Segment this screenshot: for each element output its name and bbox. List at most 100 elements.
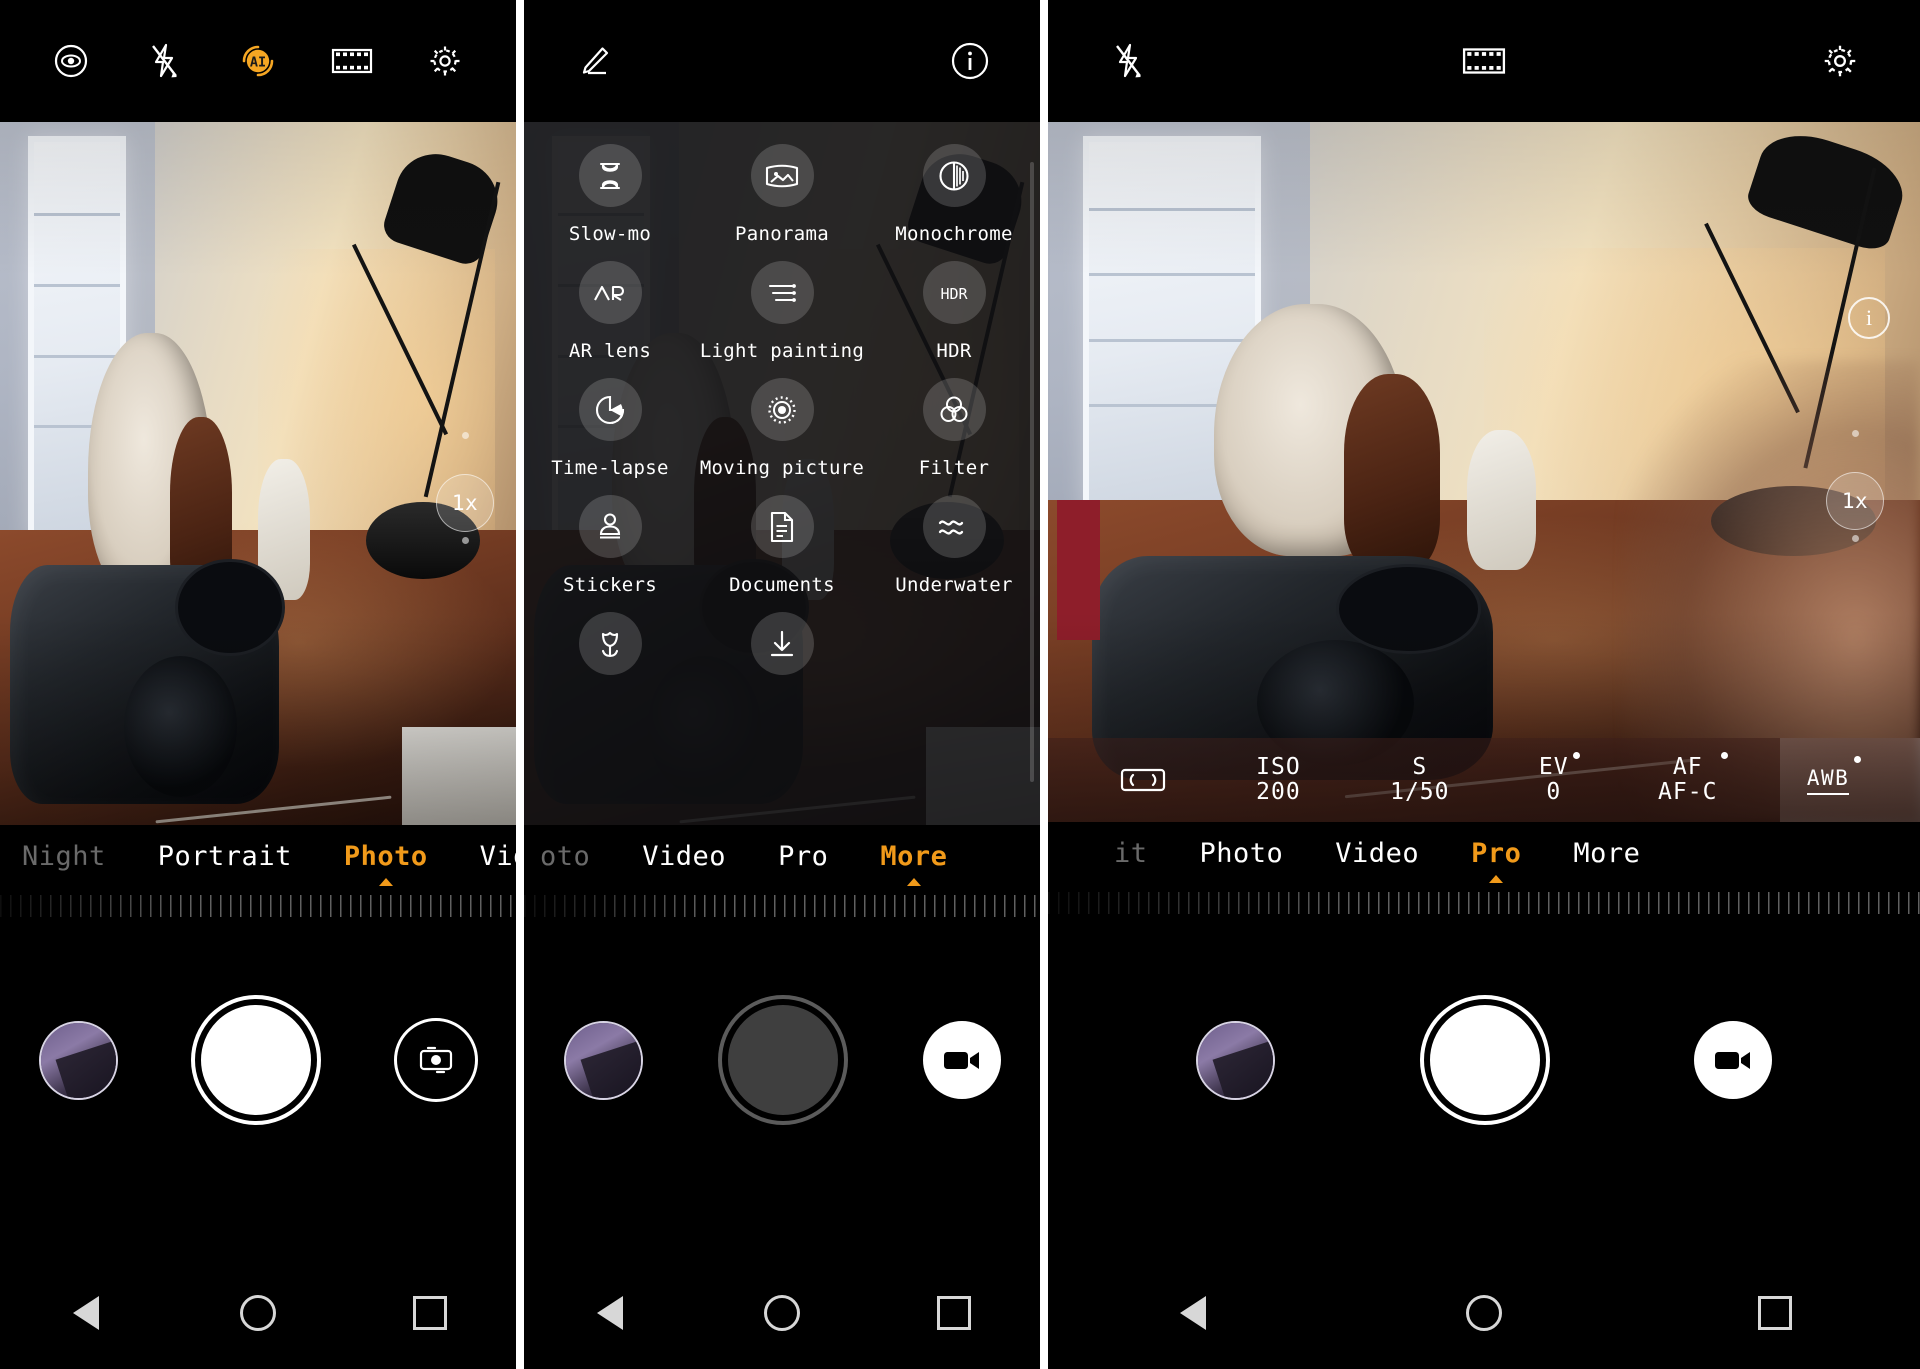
menu-item-tulip[interactable] [524, 612, 696, 691]
panorama-icon [750, 144, 814, 207]
mode-dial-ticks [1048, 892, 1920, 914]
mode-more[interactable]: More [1547, 838, 1666, 869]
gear-icon[interactable] [1818, 39, 1862, 83]
pro-control-focus-mode[interactable]: AF AF-C [1658, 751, 1729, 806]
pro-control-metering[interactable] [1119, 764, 1167, 796]
mode-photo[interactable]: Photo [318, 841, 454, 886]
back-triangle-icon[interactable] [580, 1283, 640, 1343]
pro-value: 200 [1256, 778, 1301, 805]
back-triangle-icon[interactable] [56, 1283, 116, 1343]
panel-photo-mode: AI 1x Night Portrait Photo Vi [0, 0, 516, 1369]
menu-item-label: Moving picture [699, 457, 865, 479]
menu-item-documents[interactable]: Documents [696, 495, 868, 596]
mode-selector-panel3[interactable]: it Photo Video Pro More [1048, 822, 1920, 942]
menu-item-slow-mo[interactable]: Slow-mo [524, 144, 696, 245]
tulip-icon [578, 612, 642, 675]
pro-control-iso[interactable]: ISO 200 [1256, 755, 1301, 806]
zoom-level-button[interactable]: 1x [436, 474, 494, 532]
hdr-icon: HDR [922, 261, 986, 324]
mode-more[interactable]: More [854, 841, 973, 886]
recents-square-icon[interactable] [1745, 1283, 1805, 1343]
monochrome-icon [922, 144, 986, 207]
shutter-button[interactable] [1423, 999, 1546, 1121]
mode-video[interactable]: Video [616, 841, 752, 872]
home-circle-icon[interactable] [228, 1283, 288, 1343]
film-strip-icon[interactable] [1462, 39, 1506, 83]
gear-icon[interactable] [423, 39, 467, 83]
menu-item-underwater[interactable]: Underwater [868, 495, 1040, 596]
pro-control-exposure-value[interactable]: EV 0 [1539, 751, 1580, 806]
menu-item-time-lapse[interactable]: Time-lapse [524, 378, 696, 479]
capture-controls-panel2 [524, 945, 1040, 1175]
viewfinder-panel3[interactable]: i 1x ISO 200 S 1/50 EV 0 AF AF-C AWB [1048, 122, 1920, 822]
ai-badge-icon[interactable]: AI [236, 39, 280, 83]
mode-portrait-partial[interactable]: it [1088, 838, 1174, 869]
menu-item-label: Light painting [699, 340, 865, 362]
video-camera-icon[interactable] [922, 1021, 1001, 1099]
menu-item-moving-picture[interactable]: Moving picture [696, 378, 868, 479]
mode-selector-panel2[interactable]: oto Video Pro More [524, 825, 1040, 945]
switch-camera-icon[interactable] [393, 1018, 478, 1102]
recents-square-icon[interactable] [400, 1283, 460, 1343]
active-mode-caret [906, 877, 921, 886]
menu-item-stickers[interactable]: Stickers [524, 495, 696, 596]
gallery-thumbnail[interactable] [563, 1020, 643, 1100]
menu-item-panorama[interactable]: Panorama [696, 144, 868, 245]
eye-circle-icon[interactable] [49, 39, 93, 83]
pro-label: ISO [1256, 753, 1301, 780]
flash-off-icon[interactable] [142, 39, 186, 83]
pro-control-shutter-speed[interactable]: S 1/50 [1390, 755, 1449, 806]
light-painting-icon [750, 261, 814, 324]
back-triangle-icon[interactable] [1163, 1283, 1223, 1343]
auto-indicator-dot [1854, 755, 1862, 763]
capture-controls-panel3 [1048, 945, 1920, 1175]
auto-indicator-dot [1572, 751, 1580, 759]
menu-item-light-painting[interactable]: Light painting [696, 261, 868, 362]
capture-controls-panel1 [0, 945, 516, 1175]
waves-icon [922, 495, 986, 558]
recents-square-icon[interactable] [924, 1283, 984, 1343]
shutter-button-disabled[interactable] [721, 999, 844, 1121]
pro-control-white-balance[interactable]: AWB [1806, 755, 1862, 795]
pencil-icon[interactable] [572, 39, 616, 83]
zoom-level-button[interactable]: 1x [1826, 472, 1884, 530]
mode-pro[interactable]: Pro [1445, 838, 1547, 883]
auto-indicator-dot [1721, 751, 1729, 759]
stamp-icon [578, 495, 642, 558]
mode-night[interactable]: Night [0, 841, 132, 872]
video-camera-icon[interactable] [1693, 1021, 1772, 1099]
menu-item-ar-lens[interactable]: AR lens [524, 261, 696, 362]
menu-item-download[interactable] [696, 612, 868, 691]
pro-label: EV [1539, 751, 1580, 779]
shutter-button[interactable] [194, 999, 317, 1121]
menu-scrollbar[interactable] [1030, 162, 1034, 782]
menu-item-hdr[interactable]: HDR HDR [868, 261, 1040, 362]
menu-item-monochrome[interactable]: Monochrome [868, 144, 1040, 245]
viewfinder-panel1[interactable]: 1x [0, 122, 516, 825]
zoom-dot-upper [1852, 430, 1859, 437]
mode-selector-panel1[interactable]: Night Portrait Photo Video Pro More [0, 825, 516, 945]
film-strip-icon[interactable] [330, 39, 374, 83]
mode-video[interactable]: Video [454, 841, 516, 872]
menu-item-label: Documents [729, 574, 835, 596]
gallery-thumbnail[interactable] [1196, 1020, 1276, 1100]
info-circle-icon[interactable]: i [1848, 297, 1890, 339]
menu-item-label: Filter [918, 457, 990, 479]
mode-photo-partial[interactable]: oto [524, 841, 616, 872]
mode-portrait[interactable]: Portrait [132, 841, 318, 872]
top-toolbar-panel2 [524, 0, 1040, 122]
download-icon [750, 612, 814, 675]
more-modes-menu[interactable]: Slow-mo Panorama Monochrome AR lens Ligh… [524, 122, 1040, 825]
system-navbar-panel1 [0, 1257, 516, 1369]
mode-pro[interactable]: Pro [752, 841, 854, 872]
menu-item-filter[interactable]: Filter [868, 378, 1040, 479]
screenshot-stage: AI 1x Night Portrait Photo Vi Slow-mo Pa… [0, 0, 1920, 1369]
gallery-thumbnail[interactable] [38, 1020, 118, 1100]
flash-off-icon[interactable] [1106, 39, 1150, 83]
mode-photo[interactable]: Photo [1174, 838, 1310, 869]
home-circle-icon[interactable] [1454, 1283, 1514, 1343]
menu-item-label: HDR [936, 340, 972, 362]
home-circle-icon[interactable] [752, 1283, 812, 1343]
info-circle-icon[interactable] [948, 39, 992, 83]
mode-video[interactable]: Video [1309, 838, 1445, 869]
